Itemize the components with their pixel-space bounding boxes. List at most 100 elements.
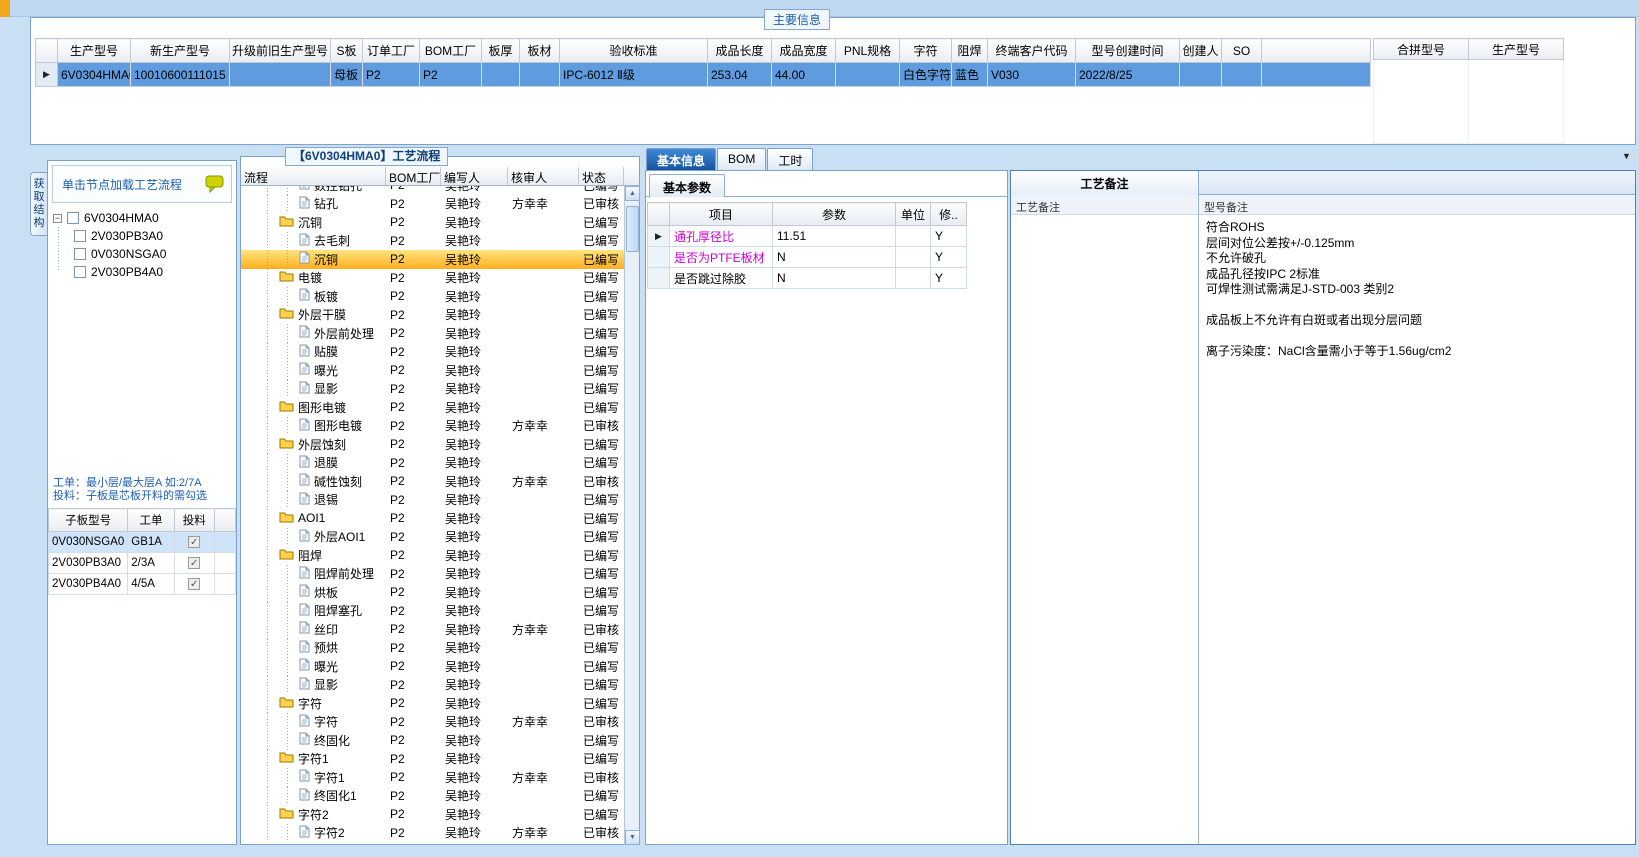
column-header[interactable]: 子板型号 bbox=[47, 508, 129, 532]
param-value-cell[interactable]: 11.51 bbox=[772, 225, 896, 247]
column-header[interactable]: 型号创建时间 bbox=[1075, 38, 1180, 63]
column-header[interactable]: 项目 bbox=[669, 202, 773, 226]
process-row[interactable]: 贴膜 P2 吴艳玲 已编写 bbox=[241, 342, 624, 361]
process-row[interactable]: 预烘 P2 吴艳玲 已编写 bbox=[241, 638, 624, 657]
table-row[interactable]: 0V030NSGA0 GB1A ✓ bbox=[47, 531, 237, 553]
process-row[interactable]: 曝光 P2 吴艳玲 已编写 bbox=[241, 361, 624, 380]
tree-checkbox[interactable] bbox=[74, 248, 86, 260]
process-row[interactable]: 数控钻孔 P2吴艳玲 已编写 bbox=[241, 186, 624, 195]
process-row[interactable]: 字符1 P2 吴艳玲 方幸幸 已审核 bbox=[241, 768, 624, 787]
column-header[interactable]: SO bbox=[1221, 38, 1262, 63]
process-row[interactable]: 去毛刺 P2 吴艳玲 已编写 bbox=[241, 231, 624, 250]
column-header[interactable]: BOM工厂 bbox=[386, 167, 441, 185]
process-row[interactable]: 图形电镀 P2 吴艳玲 方幸幸 已审核 bbox=[241, 416, 624, 435]
column-header[interactable]: 订单工厂 bbox=[362, 38, 420, 63]
column-header[interactable]: 板材 bbox=[519, 38, 560, 63]
row-selector[interactable] bbox=[647, 246, 670, 268]
column-header[interactable]: PNL规格 bbox=[835, 38, 900, 63]
param-value-cell[interactable]: N bbox=[772, 246, 896, 268]
param-row[interactable]: ▶ 通孔厚径比 11.51 Y bbox=[647, 225, 967, 247]
process-row[interactable]: 阻焊 P2 吴艳玲 已编写 bbox=[241, 546, 624, 565]
column-header[interactable]: 流程 bbox=[241, 167, 386, 185]
param-row[interactable]: 是否为PTFE板材 N Y bbox=[647, 246, 967, 268]
column-header[interactable]: 升级前旧生产型号 bbox=[229, 38, 331, 63]
process-row[interactable]: 字符 P2 吴艳玲 已编写 bbox=[241, 694, 624, 713]
process-row[interactable]: 字符1 P2 吴艳玲 已编写 bbox=[241, 749, 624, 768]
process-row[interactable]: 外层AOI1 P2 吴艳玲 已编写 bbox=[241, 527, 624, 546]
scroll-down-button[interactable]: ▼ bbox=[625, 830, 640, 845]
row-selector[interactable]: ▶ bbox=[647, 225, 670, 247]
process-row[interactable]: 图形电镀 P2 吴艳玲 已编写 bbox=[241, 398, 624, 417]
column-header[interactable]: 编写人 bbox=[441, 167, 508, 185]
process-row[interactable]: 退锡 P2 吴艳玲 已编写 bbox=[241, 490, 624, 509]
column-header[interactable]: 阻焊 bbox=[951, 38, 988, 63]
tree-node[interactable]: 0V030NSGA0 bbox=[53, 245, 231, 263]
tree-expander-icon[interactable]: − bbox=[53, 213, 62, 223]
row-selector[interactable]: ▶ bbox=[35, 62, 58, 87]
column-header[interactable]: 修.. bbox=[930, 202, 967, 226]
process-row[interactable]: 终固化 P2 吴艳玲 已编写 bbox=[241, 731, 624, 750]
process-remark-textarea[interactable] bbox=[1011, 215, 1198, 844]
feeding-checkbox[interactable]: ✓ bbox=[188, 578, 201, 590]
column-header[interactable]: BOM工厂 bbox=[419, 38, 482, 63]
column-header[interactable]: 字符 bbox=[899, 38, 952, 63]
column-header[interactable]: 合拼型号 bbox=[1373, 38, 1469, 60]
table-row[interactable]: 2V030PB4A0 4/5A ✓ bbox=[47, 573, 237, 595]
scroll-up-button[interactable]: ▲ bbox=[625, 186, 640, 201]
tab-basic-info[interactable]: 基本信息 bbox=[646, 148, 717, 170]
column-header[interactable]: 终端客户代码 bbox=[987, 38, 1076, 63]
chevron-down-icon[interactable]: ▼ bbox=[1622, 151, 1631, 161]
column-header[interactable]: 生产型号 bbox=[57, 38, 131, 63]
process-row[interactable]: 板镀 P2 吴艳玲 已编写 bbox=[241, 287, 624, 306]
tree-checkbox[interactable] bbox=[74, 230, 86, 242]
tab-work-hours[interactable]: 工时 bbox=[767, 148, 814, 170]
process-row[interactable]: 字符 P2 吴艳玲 方幸幸 已审核 bbox=[241, 712, 624, 731]
tree-node[interactable]: 2V030PB4A0 bbox=[53, 263, 231, 281]
column-header[interactable] bbox=[1261, 38, 1371, 63]
param-value-cell[interactable]: N bbox=[772, 267, 896, 289]
column-header[interactable]: 生产型号 bbox=[1468, 38, 1564, 60]
tab-basic-params[interactable]: 基本参数 bbox=[649, 174, 726, 198]
process-row[interactable]: 显影 P2 吴艳玲 已编写 bbox=[241, 675, 624, 694]
row-selector[interactable] bbox=[647, 267, 670, 289]
vertical-scrollbar[interactable]: ▲ ▼ bbox=[624, 186, 640, 845]
column-header[interactable]: 新生产型号 bbox=[130, 38, 230, 63]
model-remark-textarea[interactable]: 符合ROHS 层间对位公差按+/-0.125mm 不允许破孔 成品孔径按IPC 2标准… bbox=[1199, 215, 1635, 844]
main-table-row[interactable]: ▶ 6V0304HMA0 10010600111015 母板 P2 P2 IPC-6012 … bbox=[35, 62, 1371, 87]
feeding-checkbox[interactable]: ✓ bbox=[188, 536, 201, 548]
process-row[interactable]: 沉铜 P2 吴艳玲 已编写 bbox=[241, 250, 624, 269]
column-header[interactable]: S板 bbox=[330, 38, 363, 63]
scrollbar-thumb[interactable] bbox=[626, 206, 639, 252]
column-header[interactable]: 成品长度 bbox=[707, 38, 772, 63]
process-row[interactable]: 电镀 P2 吴艳玲 已编写 bbox=[241, 268, 624, 287]
process-row[interactable]: 字符2 P2 吴艳玲 方幸幸 已审核 bbox=[241, 823, 624, 842]
column-header[interactable]: 成品宽度 bbox=[771, 38, 836, 63]
tree-checkbox[interactable] bbox=[74, 266, 86, 278]
process-row[interactable]: 阻焊塞孔 P2 吴艳玲 已编写 bbox=[241, 601, 624, 620]
column-header[interactable]: 工单 bbox=[127, 508, 175, 532]
tab-bom[interactable]: BOM bbox=[717, 148, 767, 170]
column-header[interactable]: 状态 bbox=[579, 167, 624, 185]
process-row[interactable]: 终固化1 P2 吴艳玲 已编写 bbox=[241, 786, 624, 805]
column-header[interactable]: 创建人 bbox=[1179, 38, 1222, 63]
param-row[interactable]: 是否跳过除胶 N Y bbox=[647, 267, 967, 289]
process-row[interactable]: 显影 P2 吴艳玲 已编写 bbox=[241, 379, 624, 398]
process-row[interactable]: 烘板 P2 吴艳玲 已编写 bbox=[241, 583, 624, 602]
process-row[interactable]: 阻焊前处理 P2 吴艳玲 已编写 bbox=[241, 564, 624, 583]
tab-process-remarks[interactable]: 工艺备注 bbox=[1011, 171, 1199, 195]
table-row[interactable]: 2V030PB3A0 2/3A ✓ bbox=[47, 552, 237, 574]
process-row[interactable]: 退膜 P2 吴艳玲 已编写 bbox=[241, 453, 624, 472]
feeding-checkbox[interactable]: ✓ bbox=[188, 557, 201, 569]
tree-node[interactable]: 2V030PB3A0 bbox=[53, 227, 231, 245]
process-row[interactable]: 外层干膜 P2 吴艳玲 已编写 bbox=[241, 305, 624, 324]
process-row[interactable]: 钻孔 P2 吴艳玲 方幸幸 已审核 bbox=[241, 194, 624, 213]
column-header[interactable]: 单位 bbox=[895, 202, 931, 226]
column-header[interactable]: 核审人 bbox=[508, 167, 579, 185]
process-row[interactable]: 曝光 P2 吴艳玲 已编写 bbox=[241, 657, 624, 676]
vertical-tab-get-structure[interactable]: 获取结构 bbox=[30, 172, 47, 236]
process-row[interactable]: 碱性蚀刻 P2 吴艳玲 方幸幸 已审核 bbox=[241, 472, 624, 491]
process-row[interactable]: 外层前处理 P2 吴艳玲 已编写 bbox=[241, 324, 624, 343]
column-header[interactable]: 验收标准 bbox=[559, 38, 708, 63]
tree-checkbox[interactable] bbox=[67, 212, 79, 224]
column-header[interactable]: 板厚 bbox=[481, 38, 520, 63]
